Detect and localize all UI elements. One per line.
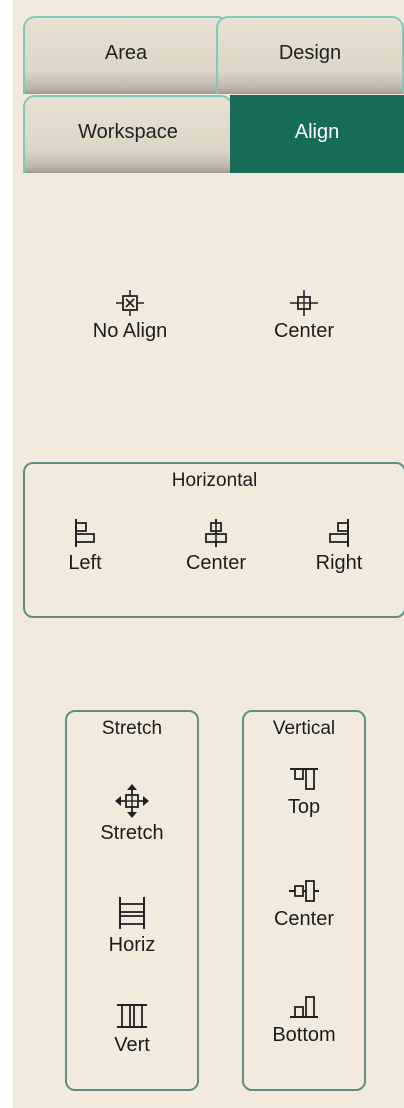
align-center-vertical-label: Center bbox=[273, 908, 335, 930]
no-align-icon bbox=[116, 290, 144, 316]
no-align-button[interactable]: No Align bbox=[75, 290, 185, 342]
align-center-horizontal-icon bbox=[205, 519, 227, 547]
tab-area[interactable]: Area bbox=[23, 16, 229, 94]
stretch-horizontal-icon bbox=[119, 897, 145, 929]
stretch-group: Stretch Stretch Horiz Vert bbox=[65, 710, 199, 1091]
stretch-move-icon bbox=[115, 784, 149, 818]
align-center-vertical-button[interactable]: Center bbox=[252, 878, 356, 930]
vertical-group: Vertical Top Center Bottom bbox=[242, 710, 366, 1091]
align-left-button[interactable]: Left bbox=[45, 518, 125, 574]
align-top-icon bbox=[290, 768, 318, 790]
no-align-label: No Align bbox=[92, 320, 168, 342]
tab-area-label: Area bbox=[104, 41, 148, 64]
tab-align[interactable]: Align bbox=[230, 95, 404, 173]
align-left-label: Left bbox=[68, 552, 102, 574]
stretch-horizontal-button[interactable]: Horiz bbox=[79, 896, 185, 956]
align-right-icon bbox=[329, 519, 349, 547]
center-label: Center bbox=[273, 320, 335, 342]
tab-workspace[interactable]: Workspace bbox=[23, 95, 233, 173]
stretch-label: Stretch bbox=[100, 822, 164, 844]
vertical-title: Vertical bbox=[272, 718, 336, 739]
stretch-horizontal-label: Horiz bbox=[108, 934, 156, 956]
center-button[interactable]: Center bbox=[249, 290, 359, 342]
tab-design-label: Design bbox=[278, 41, 342, 64]
center-crosshair-icon bbox=[290, 290, 318, 316]
tab-design[interactable]: Design bbox=[216, 16, 404, 94]
align-bottom-icon bbox=[290, 996, 318, 1018]
align-left-icon bbox=[75, 519, 95, 547]
stretch-button[interactable]: Stretch bbox=[79, 784, 185, 844]
stretch-vertical-button[interactable]: Vert bbox=[79, 1002, 185, 1056]
align-top-button[interactable]: Top bbox=[252, 766, 356, 818]
tab-workspace-label: Workspace bbox=[78, 120, 178, 143]
align-panel: Area Design Workspace Align No Align Cen… bbox=[13, 0, 404, 1108]
align-bottom-label: Bottom bbox=[272, 1024, 336, 1046]
align-top-label: Top bbox=[287, 796, 321, 818]
align-bottom-button[interactable]: Bottom bbox=[252, 994, 356, 1046]
align-center-vertical-icon bbox=[289, 880, 319, 902]
horizontal-group: Horizontal Left Center Right bbox=[23, 462, 404, 618]
stretch-vertical-icon bbox=[117, 1004, 147, 1028]
align-center-horizontal-button[interactable]: Center bbox=[171, 518, 261, 574]
tab-align-label: Align bbox=[294, 120, 340, 143]
align-right-button[interactable]: Right bbox=[299, 518, 379, 574]
stretch-title: Stretch bbox=[101, 718, 163, 739]
horizontal-title: Horizontal bbox=[171, 470, 258, 491]
align-center-horizontal-label: Center bbox=[185, 552, 247, 574]
stretch-vertical-label: Vert bbox=[114, 1034, 150, 1056]
align-right-label: Right bbox=[315, 552, 363, 574]
